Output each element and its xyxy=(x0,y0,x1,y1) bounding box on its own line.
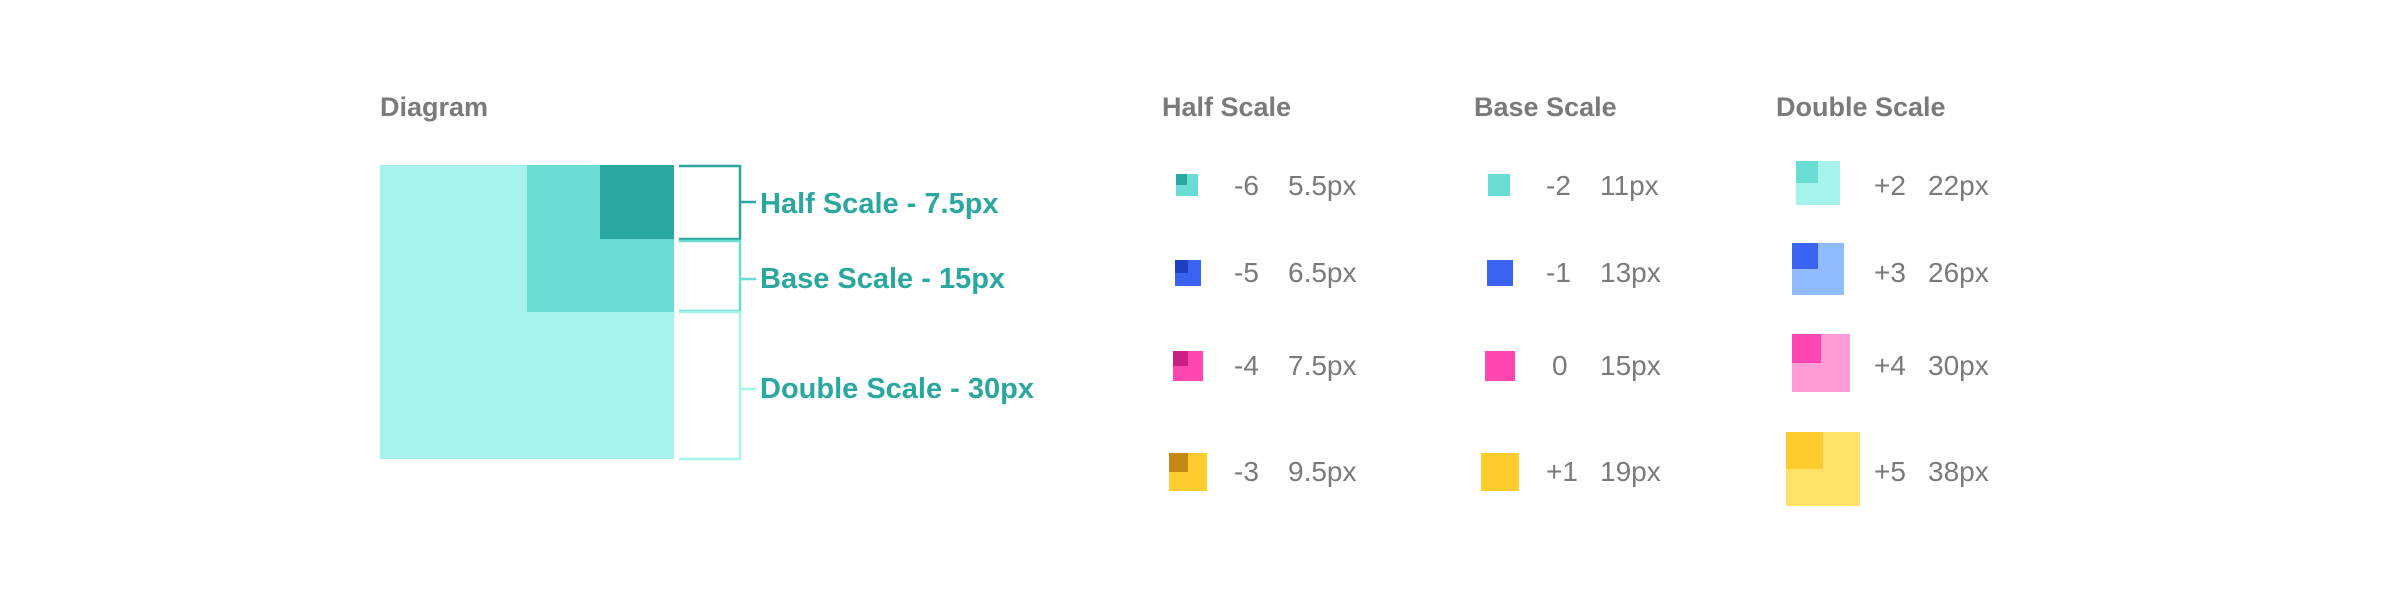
scale-step: -2 xyxy=(1546,170,1571,201)
swatch-icon xyxy=(1786,233,1866,313)
scale-step: +4 xyxy=(1874,350,1906,381)
half-scale-square xyxy=(600,165,674,239)
double-scale-bracket xyxy=(679,310,756,461)
swatch-icon xyxy=(1786,146,1866,226)
diagram-heading: Diagram xyxy=(380,92,489,122)
scale-step: -3 xyxy=(1234,456,1259,487)
scale-size: 13px xyxy=(1600,257,1661,288)
half-scale-callout: Half Scale - 7.5px xyxy=(760,188,999,220)
scale-size: 5.5px xyxy=(1288,170,1357,201)
half-scale-bracket xyxy=(679,164,756,241)
double-scale-callout: Double Scale - 30px xyxy=(760,373,1034,405)
scale-step: +3 xyxy=(1874,257,1906,288)
base-scale-callout: Base Scale - 15px xyxy=(760,263,1006,295)
scale-step: 0 xyxy=(1552,350,1568,381)
swatch-icon xyxy=(1786,432,1866,512)
scale-size: 22px xyxy=(1928,170,1989,201)
scale-size: 6.5px xyxy=(1288,257,1357,288)
double-scale-heading: Double Scale xyxy=(1776,92,1946,122)
scale-size: 38px xyxy=(1928,456,1989,487)
base-scale-heading: Base Scale xyxy=(1474,92,1617,122)
scale-size: 7.5px xyxy=(1288,350,1357,381)
base-scale-bracket xyxy=(679,239,756,313)
scale-size: 11px xyxy=(1600,170,1659,201)
scale-size: 15px xyxy=(1600,350,1661,381)
scale-step: +1 xyxy=(1546,456,1578,487)
scale-size: 30px xyxy=(1928,350,1989,381)
swatch-icon xyxy=(1480,326,1560,406)
scale-step: +2 xyxy=(1874,170,1906,201)
scale-step: +5 xyxy=(1874,456,1906,487)
scale-step: -1 xyxy=(1546,257,1571,288)
half-scale-heading: Half Scale xyxy=(1162,92,1292,122)
scale-size: 9.5px xyxy=(1288,456,1357,487)
scale-step: -6 xyxy=(1234,170,1259,201)
scale-step: -5 xyxy=(1234,257,1259,288)
scale-size: 26px xyxy=(1928,257,1989,288)
swatch-icon xyxy=(1786,326,1866,406)
scale-step: -4 xyxy=(1234,350,1259,381)
scale-size: 19px xyxy=(1600,456,1661,487)
